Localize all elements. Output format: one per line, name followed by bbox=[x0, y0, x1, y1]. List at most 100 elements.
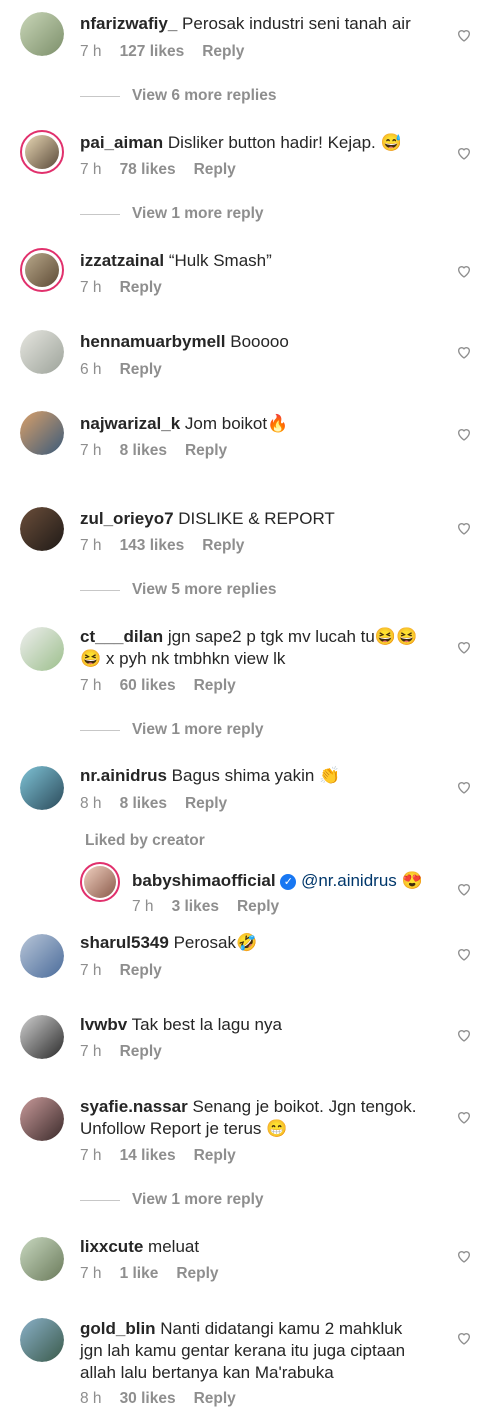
comment-meta: 7 h 14 likes Reply bbox=[80, 1147, 236, 1164]
reply-button[interactable]: Reply bbox=[120, 962, 162, 979]
username[interactable]: lvwbv bbox=[80, 1015, 127, 1034]
avatar[interactable] bbox=[20, 130, 64, 174]
avatar[interactable] bbox=[20, 1097, 64, 1141]
username[interactable]: gold_blin bbox=[80, 1319, 156, 1338]
heart-icon[interactable] bbox=[456, 145, 472, 161]
heart-icon[interactable] bbox=[456, 639, 472, 655]
avatar[interactable] bbox=[20, 627, 64, 671]
avatar[interactable] bbox=[20, 248, 64, 292]
comment-text: gold_blin Nanti didatangi kamu 2 mahkluk… bbox=[80, 1319, 406, 1382]
username[interactable]: hennamuarbymell bbox=[80, 332, 226, 351]
reply-button[interactable]: Reply bbox=[237, 898, 279, 915]
likes-count[interactable]: 8 likes bbox=[120, 795, 167, 812]
likes-count[interactable]: 127 likes bbox=[120, 43, 185, 60]
reply-button[interactable]: Reply bbox=[202, 43, 244, 60]
heart-icon[interactable] bbox=[456, 27, 472, 43]
likes-count[interactable]: 30 likes bbox=[120, 1390, 176, 1407]
comment-text: zul_orieyo7 DISLIKE & REPORT bbox=[80, 509, 335, 528]
comment-text: izzatzainal “Hulk Smash” bbox=[80, 251, 272, 270]
comment-meta: 7 h8 likes Reply bbox=[80, 442, 228, 459]
comment-meta: 7 h1 like Reply bbox=[80, 1265, 219, 1282]
comment-text: nfarizwafiy_ Perosak industri seni tanah… bbox=[80, 14, 411, 33]
avatar[interactable] bbox=[80, 862, 120, 902]
username[interactable]: ct___dilan bbox=[80, 627, 163, 646]
mention-link[interactable]: @nr.ainidrus bbox=[301, 871, 397, 890]
comment-meta: 8 h 30 likes Reply bbox=[80, 1390, 236, 1407]
heart-icon[interactable] bbox=[456, 1027, 472, 1043]
comment-meta: 7 h Reply bbox=[80, 962, 162, 979]
likes-count[interactable]: 14 likes bbox=[120, 1147, 176, 1164]
comment-text: syafie.nassar Senang je boikot. Jgn teng… bbox=[80, 1097, 417, 1138]
avatar[interactable] bbox=[20, 12, 64, 56]
reply-button[interactable]: Reply bbox=[194, 1147, 236, 1164]
heart-icon[interactable] bbox=[456, 1109, 472, 1125]
comment-text: sharul5349 Perosak🤣 bbox=[80, 933, 258, 952]
avatar[interactable] bbox=[20, 934, 64, 978]
comment-meta: 6 h Reply bbox=[80, 361, 162, 378]
view-more-replies[interactable]: View 1 more reply bbox=[80, 720, 264, 740]
heart-icon[interactable] bbox=[456, 1248, 472, 1264]
username[interactable]: syafie.nassar bbox=[80, 1097, 188, 1116]
likes-count[interactable]: 1 like bbox=[120, 1265, 159, 1282]
view-more-replies[interactable]: View 5 more replies bbox=[80, 580, 276, 600]
heart-icon[interactable] bbox=[456, 946, 472, 962]
comment-text: lvwbv Tak best la lagu nya bbox=[80, 1015, 282, 1034]
avatar[interactable] bbox=[20, 330, 64, 374]
reply-button[interactable]: Reply bbox=[185, 795, 227, 812]
heart-icon[interactable] bbox=[456, 344, 472, 360]
heart-icon[interactable] bbox=[456, 881, 472, 897]
avatar[interactable] bbox=[20, 1237, 64, 1281]
username[interactable]: izzatzainal bbox=[80, 251, 164, 270]
comment-meta: 7 h 143 likes Reply bbox=[80, 537, 245, 554]
avatar[interactable] bbox=[20, 1015, 64, 1059]
heart-icon[interactable] bbox=[456, 263, 472, 279]
reply-button[interactable]: Reply bbox=[120, 361, 162, 378]
view-more-replies[interactable]: View 6 more replies bbox=[80, 86, 276, 106]
username[interactable]: nfarizwafiy_ bbox=[80, 14, 177, 33]
reply-button[interactable]: Reply bbox=[120, 279, 162, 296]
comment-meta: 7 h 60 likes Reply bbox=[80, 677, 236, 694]
reply-button[interactable]: Reply bbox=[194, 161, 236, 178]
username[interactable]: lixxcute bbox=[80, 1237, 143, 1256]
reply-button[interactable]: Reply bbox=[202, 537, 244, 554]
heart-icon[interactable] bbox=[456, 779, 472, 795]
avatar[interactable] bbox=[20, 411, 64, 455]
comment-meta: 7 h 78 likes Reply bbox=[80, 161, 236, 178]
likes-count[interactable]: 60 likes bbox=[120, 677, 176, 694]
avatar[interactable] bbox=[20, 766, 64, 810]
heart-icon[interactable] bbox=[456, 426, 472, 442]
comment-text: ct___dilan jgn sape2 p tgk mv lucah tu😆😆… bbox=[80, 627, 418, 668]
comment-text: najwarizal_k Jom boikot🔥 bbox=[80, 414, 289, 433]
username[interactable]: zul_orieyo7 bbox=[80, 509, 174, 528]
reply-button[interactable]: Reply bbox=[120, 1043, 162, 1060]
verified-badge-icon: ✓ bbox=[280, 873, 297, 890]
heart-icon[interactable] bbox=[456, 1330, 472, 1346]
comment-text: lixxcute meluat bbox=[80, 1237, 200, 1256]
liked-by-creator: Liked by creator bbox=[85, 832, 205, 849]
comment-text: babyshimaofficial ✓ @nr.ainidrus 😍 bbox=[132, 871, 423, 890]
username[interactable]: sharul5349 bbox=[80, 933, 169, 952]
comment-text: nr.ainidrus Bagus shima yakin 👏 bbox=[80, 766, 341, 785]
reply-button[interactable]: Reply bbox=[194, 677, 236, 694]
username[interactable]: pai_aiman bbox=[80, 133, 163, 152]
avatar[interactable] bbox=[20, 1318, 64, 1362]
comment-meta: 7 h 127 likes Reply bbox=[80, 43, 245, 60]
reply-button[interactable]: Reply bbox=[194, 1390, 236, 1407]
comment-meta: 7 h3 likes Reply bbox=[132, 898, 280, 915]
likes-count[interactable]: 78 likes bbox=[120, 161, 176, 178]
view-more-replies[interactable]: View 1 more reply bbox=[80, 204, 264, 224]
username[interactable]: nr.ainidrus bbox=[80, 766, 167, 785]
username[interactable]: najwarizal_k bbox=[80, 414, 180, 433]
comment-meta: 7 h Reply bbox=[80, 1043, 162, 1060]
view-more-replies[interactable]: View 1 more reply bbox=[80, 1190, 264, 1210]
likes-count[interactable]: 143 likes bbox=[120, 537, 185, 554]
comment-text: hennamuarbymell Booooo bbox=[80, 332, 289, 351]
likes-count[interactable]: 8 likes bbox=[120, 442, 167, 459]
reply-button[interactable]: Reply bbox=[176, 1265, 218, 1282]
likes-count[interactable]: 3 likes bbox=[172, 898, 219, 915]
heart-icon[interactable] bbox=[456, 520, 472, 536]
reply-button[interactable]: Reply bbox=[185, 442, 227, 459]
username[interactable]: babyshimaofficial bbox=[132, 871, 276, 890]
comment-text: pai_aiman Disliker button hadir! Kejap. … bbox=[80, 133, 402, 152]
avatar[interactable] bbox=[20, 507, 64, 551]
